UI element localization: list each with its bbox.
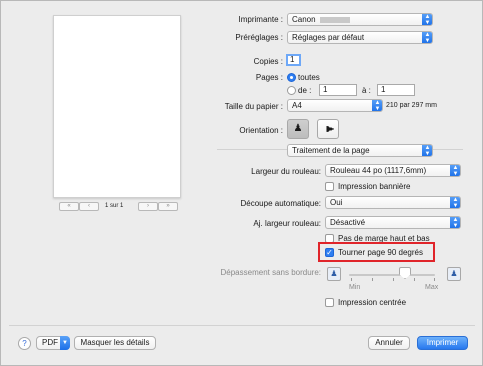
updown-arrows-icon: ▲ ▼ [422, 145, 432, 156]
pages-all-radio[interactable] [287, 73, 296, 82]
redacted-model [319, 16, 350, 23]
presets-popup[interactable]: Réglages par défaut ▲ ▼ [287, 31, 433, 44]
banner-label: Impression bannière [338, 182, 411, 191]
slider-tick [434, 278, 435, 281]
slider-tick [393, 278, 394, 281]
min-person-icon: ♟ [327, 267, 341, 281]
paper-size-value: A4 [292, 101, 302, 110]
slider-min-label: Min [349, 284, 361, 291]
orientation-label: Orientation : [239, 126, 283, 135]
pages-range-radio[interactable] [287, 86, 296, 95]
pages-all-label: toutes [298, 73, 320, 82]
rotate-label: Tourner page 90 degrés [338, 248, 423, 257]
pages-from-label: de : [298, 86, 312, 95]
panel-value: Traitement de la page [292, 146, 370, 155]
copies-input[interactable]: 1 [286, 54, 301, 66]
overflow-slider-thumb[interactable] [399, 267, 411, 279]
printer-label: Imprimante : [238, 15, 283, 24]
print-button[interactable]: Imprimer [417, 336, 468, 350]
updown-arrows-icon: ▲ ▼ [422, 32, 432, 43]
updown-arrows-icon: ▲ ▼ [372, 100, 382, 111]
centered-checkbox[interactable] [325, 298, 334, 307]
footer-divider [9, 325, 475, 326]
paper-size-popup[interactable]: A4 ▲ ▼ [287, 99, 383, 112]
first-page-button[interactable]: « [59, 202, 79, 211]
auto-cut-value: Oui [330, 198, 343, 207]
fit-roll-popup[interactable]: Désactivé ▲ ▼ [325, 216, 461, 229]
overflow-slider-track[interactable] [349, 274, 435, 276]
landscape-orientation-button[interactable]: ♟ [317, 119, 339, 139]
centered-label: Impression centrée [338, 298, 407, 307]
max-person-icon: ♟ [447, 267, 461, 281]
paper-dimensions: 210 par 297 mm [386, 102, 437, 109]
printer-value: Canon [292, 15, 316, 24]
pages-label: Pages : [255, 73, 283, 82]
portrait-person-icon: ♟ [293, 123, 303, 134]
page-preview [53, 15, 181, 198]
slider-tick [372, 278, 373, 281]
copies-label: Copies : [253, 57, 283, 66]
pdf-menu-button[interactable]: PDF ▼ [36, 336, 70, 350]
pages-from-input[interactable]: 1 [319, 84, 357, 96]
print-dialog: « ‹ 1 sur 1 › » Imprimante : Canon ▲ ▼ Pr… [0, 0, 483, 366]
pdf-dropdown-icon: ▼ [60, 336, 70, 350]
last-page-button[interactable]: » [158, 202, 178, 211]
slider-max-label: Max [425, 284, 439, 291]
hide-details-button[interactable]: Masquer les détails [74, 336, 156, 350]
roll-width-popup[interactable]: Rouleau 44 po (1117,6mm) ▲ ▼ [325, 164, 461, 177]
updown-arrows-icon: ▲ ▼ [450, 197, 460, 208]
page-indicator: 1 sur 1 [105, 203, 124, 209]
portrait-orientation-button[interactable]: ♟ [287, 119, 309, 139]
slider-tick [351, 278, 352, 281]
checkmark-icon: ✓ [326, 248, 333, 257]
banner-checkbox[interactable] [325, 182, 334, 191]
previous-page-button[interactable]: ‹ [79, 202, 99, 211]
paper-size-label: Taille du papier : [224, 102, 283, 111]
auto-cut-popup[interactable]: Oui ▲ ▼ [325, 196, 461, 209]
slider-tick [414, 278, 415, 281]
overflow-label: Dépassement sans bordure: [220, 268, 322, 277]
presets-label: Préréglages : [235, 33, 283, 42]
auto-cut-label: Découpe automatique: [240, 199, 322, 208]
pages-to-input[interactable]: 1 [377, 84, 415, 96]
pages-to-label: à : [362, 86, 371, 95]
panel-popup[interactable]: Traitement de la page ▲ ▼ [287, 144, 433, 157]
next-page-button[interactable]: › [138, 202, 158, 211]
help-button[interactable]: ? [18, 337, 31, 350]
presets-value: Réglages par défaut [292, 33, 365, 42]
printer-popup[interactable]: Canon ▲ ▼ [287, 13, 433, 26]
cancel-button[interactable]: Annuler [368, 336, 410, 350]
fit-roll-value: Désactivé [330, 218, 366, 227]
rotate-checkbox[interactable]: ✓ [325, 248, 334, 257]
landscape-person-icon: ♟ [323, 124, 334, 134]
pdf-label: PDF [42, 338, 58, 347]
roll-width-value: Rouleau 44 po (1117,6mm) [330, 166, 427, 175]
updown-arrows-icon: ▲ ▼ [450, 165, 460, 176]
updown-arrows-icon: ▲ ▼ [450, 217, 460, 228]
updown-arrows-icon: ▲ ▼ [422, 14, 432, 25]
fit-roll-label: Aj. largeur rouleau: [253, 219, 321, 228]
roll-width-label: Largeur du rouleau: [251, 167, 321, 176]
